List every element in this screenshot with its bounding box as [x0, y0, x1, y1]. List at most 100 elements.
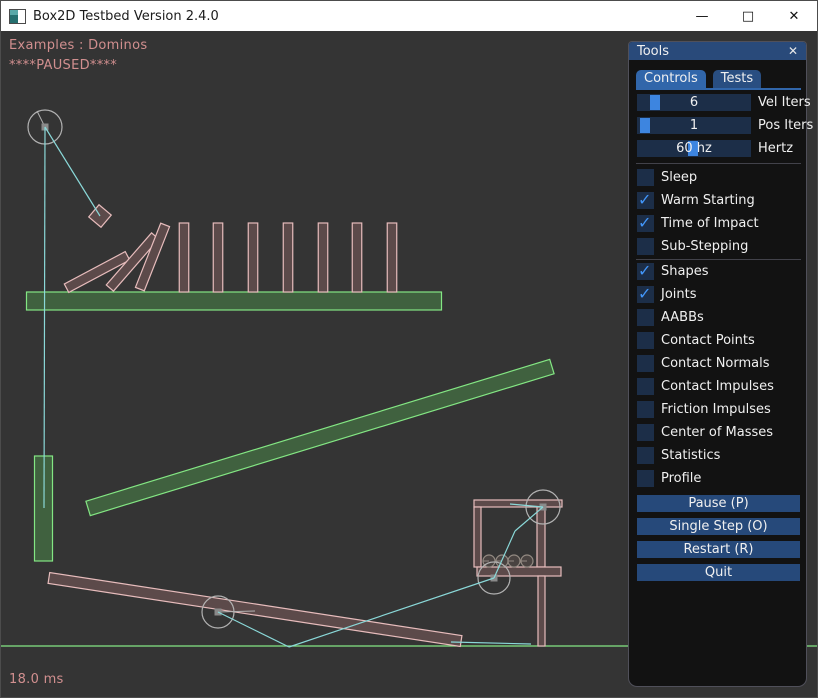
close-icon[interactable]: ✕ [788, 42, 798, 60]
checkbox-label: Shapes [661, 263, 708, 280]
pink-body [537, 507, 545, 567]
checkbox-label: Center of Masses [661, 424, 773, 441]
checkbox-label: AABBs [661, 309, 704, 326]
checkbox-contact-points[interactable]: Contact Points [637, 332, 774, 349]
separator [636, 163, 801, 164]
separator [636, 259, 801, 260]
checkbox-sub-stepping[interactable]: Sub-Stepping [637, 238, 759, 255]
minimize-button[interactable]: — [679, 1, 725, 31]
joint-rope [45, 127, 100, 216]
checkbox-label: Contact Points [661, 332, 755, 349]
checkbox-label: Warm Starting [661, 192, 755, 209]
slider-value: 6 [637, 94, 751, 111]
checkbox-label: Statistics [661, 447, 720, 464]
slider-row-vel-iters: 6Vel Iters [637, 94, 800, 111]
checkbox-shapes[interactable]: ✓ Shapes [637, 263, 774, 280]
pink-body [248, 223, 258, 292]
pink-body [283, 223, 293, 292]
checkbox-box[interactable] [637, 309, 654, 326]
checkbox-label: Joints [661, 286, 697, 303]
check-icon: ✓ [638, 213, 651, 232]
green-body [27, 292, 442, 310]
pink-body [352, 223, 362, 292]
window-controls: —□✕ [679, 1, 817, 31]
joint-rope [44, 127, 45, 508]
tools-panel-titlebar[interactable]: Tools ✕ [629, 42, 806, 60]
slider-label: Vel Iters [758, 94, 811, 111]
checkbox-box[interactable]: ✓ [637, 286, 654, 303]
slider-value: 60 hz [637, 140, 751, 157]
check-icon: ✓ [638, 284, 651, 303]
checkbox-profile[interactable]: Profile [637, 470, 774, 487]
example-label: Examples : Dominos [9, 38, 147, 53]
checkbox-box[interactable] [637, 378, 654, 395]
checkbox-group-draw: ✓ Shapes ✓ Joints AABBs Contact Points Contact… [637, 263, 774, 493]
checkbox-joints[interactable]: ✓ Joints [637, 286, 774, 303]
checkbox-box[interactable] [637, 332, 654, 349]
joint-rope [289, 578, 494, 647]
checkbox-group-solver: Sleep ✓ Warm Starting ✓Time of Impact Sub-St… [637, 169, 759, 261]
checkbox-sleep[interactable]: Sleep [637, 169, 759, 186]
slider-label: Pos Iters [758, 117, 813, 134]
tools-panel: Tools ✕ Controls Tests 6Vel Iters 1Pos Ite… [628, 41, 807, 687]
pink-body [474, 500, 562, 507]
frame-time-label: 18.0 ms [9, 672, 64, 687]
checkbox-contact-impulses[interactable]: Contact Impulses [637, 378, 774, 395]
pink-body [538, 576, 545, 646]
window-title: Box2D Testbed Version 2.4.0 [33, 9, 219, 24]
joint-rope [451, 642, 531, 644]
checkbox-statistics[interactable]: Statistics [637, 447, 774, 464]
quit-button[interactable]: Quit [637, 564, 800, 581]
pink-body [318, 223, 328, 292]
application-window: Box2D Testbed Version 2.4.0 —□✕ Examples… [0, 0, 818, 698]
checkbox-box[interactable]: ✓ [637, 192, 654, 209]
slider-row-pos-iters: 1Pos Iters [637, 117, 800, 134]
checkbox-label: Sub-Stepping [661, 238, 748, 255]
checkbox-box[interactable] [637, 169, 654, 186]
pink-body [477, 567, 561, 576]
app-icon [9, 9, 26, 24]
checkbox-time-of-impact[interactable]: ✓Time of Impact [637, 215, 759, 232]
checkbox-box[interactable] [637, 355, 654, 372]
pink-body [179, 223, 189, 292]
check-icon: ✓ [638, 190, 651, 209]
pink-body [213, 223, 223, 292]
app-icon-part [10, 15, 18, 23]
checkbox-warm-starting[interactable]: ✓ Warm Starting [637, 192, 759, 209]
checkbox-box[interactable] [637, 424, 654, 441]
single-step-o-button[interactable]: Single Step (O) [637, 518, 800, 535]
checkbox-label: Contact Normals [661, 355, 770, 372]
tab-bar: Controls Tests [636, 70, 801, 90]
tab-tests[interactable]: Tests [713, 70, 761, 88]
checkbox-label: Friction Impulses [661, 401, 771, 418]
checkbox-box[interactable] [637, 447, 654, 464]
sliders-section: 6Vel Iters 1Pos Iters 60 hz Hertz [637, 94, 800, 163]
check-icon: ✓ [638, 261, 651, 280]
checkbox-box[interactable] [637, 470, 654, 487]
tools-panel-title: Tools [637, 44, 669, 59]
checkbox-box[interactable] [637, 401, 654, 418]
checkbox-center-of-masses[interactable]: Center of Masses [637, 424, 774, 441]
checkbox-friction-impulses[interactable]: Friction Impulses [637, 401, 774, 418]
checkbox-box[interactable]: ✓ [637, 263, 654, 280]
maximize-button[interactable]: □ [725, 1, 771, 31]
pause-p-button[interactable]: Pause (P) [637, 495, 800, 512]
restart-r-button[interactable]: Restart (R) [637, 541, 800, 558]
checkbox-box[interactable] [637, 238, 654, 255]
slider-row-hertz: 60 hz Hertz [637, 140, 800, 157]
pink-body [387, 223, 397, 292]
tab-controls[interactable]: Controls [636, 70, 706, 88]
buttons-section: Pause (P) Single Step (O) Restart (R) Quit [637, 495, 800, 587]
green-body [86, 359, 554, 515]
slider-value: 1 [637, 117, 751, 134]
slider-label: Hertz [758, 140, 793, 157]
checkbox-label: Sleep [661, 169, 697, 186]
checkbox-aabbs[interactable]: AABBs [637, 309, 774, 326]
paused-label: ****PAUSED**** [9, 58, 117, 73]
window-titlebar: Box2D Testbed Version 2.4.0 —□✕ [1, 1, 817, 31]
checkbox-contact-normals[interactable]: Contact Normals [637, 355, 774, 372]
close-button[interactable]: ✕ [771, 1, 817, 31]
checkbox-label: Profile [661, 470, 701, 487]
checkbox-label: Contact Impulses [661, 378, 774, 395]
checkbox-box[interactable]: ✓ [637, 215, 654, 232]
